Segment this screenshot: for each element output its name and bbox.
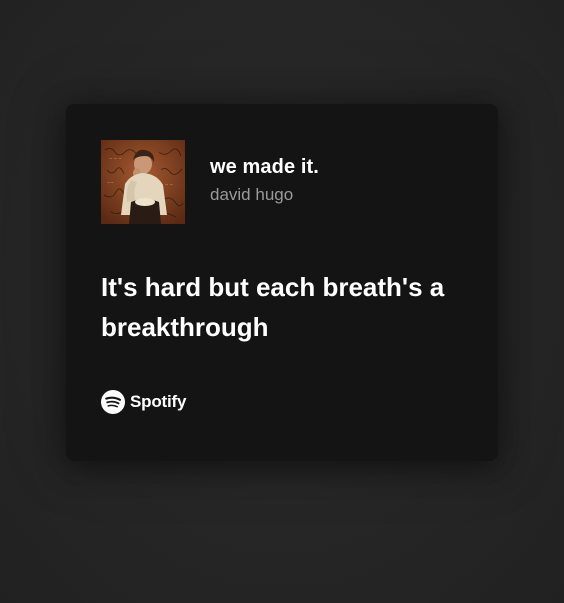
track-title: we made it. [210, 156, 319, 178]
spotify-logo-icon [101, 390, 125, 414]
track-artist: david hugo [210, 185, 294, 204]
spotify-brand: Spotify [101, 389, 186, 415]
spotify-wordmark: Spotify [130, 392, 187, 411]
album-cover: ~ ~ ~ ~~ ~ ~ [101, 140, 185, 224]
svg-text:~~: ~~ [107, 180, 114, 185]
svg-text:~ ~ ~: ~ ~ ~ [109, 156, 122, 161]
track-info: we made it. david hugo [210, 155, 319, 206]
lyric-text: It's hard but each breath's a breakthrou… [101, 272, 445, 342]
lyrics-card: ~ ~ ~ ~~ ~ ~ we made it. david hugo It's… [66, 104, 498, 461]
album-cover-art: ~ ~ ~ ~~ ~ ~ [101, 140, 185, 224]
svg-text:~ ~: ~ ~ [165, 182, 173, 187]
